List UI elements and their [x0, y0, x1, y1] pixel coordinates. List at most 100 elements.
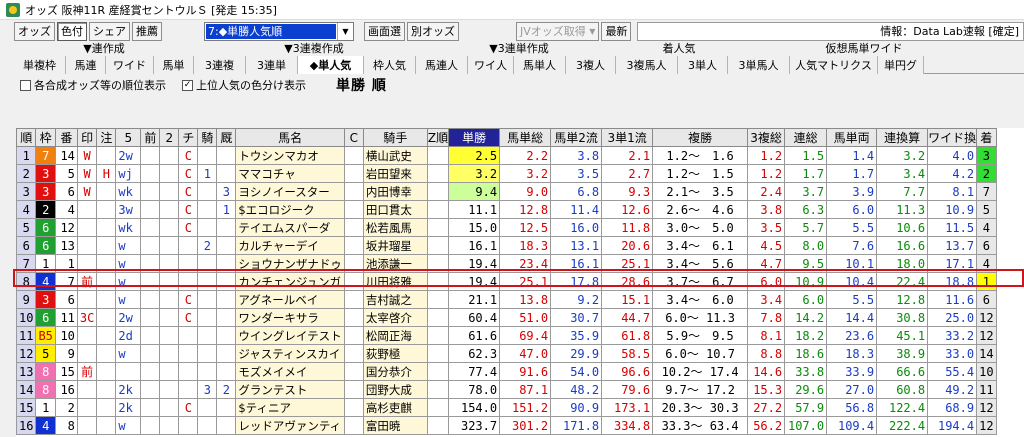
- latest-button[interactable]: 最新: [601, 21, 632, 41]
- table-cell: 2w: [115, 146, 142, 165]
- odds-button[interactable]: オッズ: [14, 21, 55, 41]
- column-header[interactable]: 騎: [197, 128, 218, 147]
- column-header[interactable]: 複勝: [652, 128, 749, 147]
- column-header[interactable]: 前: [140, 128, 161, 147]
- tab-3tan-ninki[interactable]: 3単人: [678, 56, 728, 74]
- table-cell: 4.5: [747, 236, 786, 255]
- table-cell: 6: [16, 236, 37, 255]
- table-row[interactable]: 14 8 16 2k 3 2 グランテスト 団野大成 78.0 87.1 48.2 79.6 9.7～ …: [16, 380, 997, 399]
- table-row[interactable]: 6 6 13 w 2 カルチャーデイ 坂井瑠星 16.1 18.3 13.1 20.6 3.4～ 6.…: [16, 236, 997, 255]
- tab-umatan[interactable]: 馬単: [154, 56, 194, 74]
- table-row[interactable]: 4 2 4 3w C 1 $エコロジーク 田口貫太 11.1 12.8 11.4 12.6 2.6～ 4…: [16, 200, 997, 219]
- table-cell: 富田暁: [362, 416, 428, 435]
- app-icon: [6, 2, 20, 17]
- column-header[interactable]: 番: [54, 128, 78, 147]
- tab-wide[interactable]: ワイド: [106, 56, 154, 74]
- tab-3rentan[interactable]: 3連単: [246, 56, 298, 74]
- table-row[interactable]: 15 1 2 2k C $ティニア 高杉吏麒 154.0 151.2 90.9 173.1 20.3～…: [16, 398, 997, 417]
- table-cell: 7.6: [826, 236, 878, 255]
- table-cell: 1.5: [784, 146, 828, 165]
- tab-tanfuku[interactable]: 単複枠: [14, 56, 66, 74]
- column-header[interactable]: 厩: [216, 128, 237, 147]
- column-header[interactable]: ワイド換: [927, 128, 978, 147]
- column-header[interactable]: チ: [178, 128, 199, 147]
- table-cell: 2.6～ 4.6: [652, 200, 749, 219]
- table-cell: 1: [35, 398, 56, 417]
- column-header[interactable]: 印: [76, 128, 98, 147]
- table-cell: [159, 290, 180, 309]
- tab-umaren[interactable]: 馬連: [66, 56, 106, 74]
- table-row[interactable]: 13 8 15 前 モズメイメイ 国分恭介 77.4 91.6 54.0 96.6 10.2～ 17…: [16, 362, 997, 381]
- tab-tan-ninki[interactable]: ◆単人気: [298, 56, 364, 74]
- recommend-button[interactable]: 推薦: [132, 21, 162, 41]
- column-header[interactable]: 3単1流: [601, 128, 654, 147]
- column-header[interactable]: 枠: [35, 128, 56, 147]
- column-header[interactable]: 注: [96, 128, 117, 147]
- table-row[interactable]: 12 5 9 w ジャスティンスカイ 荻野極 62.3 47.0 29.9 58.5 6.0～ 10…: [16, 344, 997, 363]
- table-cell: 2k: [115, 380, 142, 399]
- color-rank-checkbox[interactable]: ✓: [182, 79, 193, 91]
- tab-3puku-ninki[interactable]: 3複人: [566, 56, 616, 74]
- tab-3tan-uma-ninki[interactable]: 3単馬人: [728, 56, 790, 74]
- share-button[interactable]: シェア: [89, 21, 130, 41]
- table-cell: [96, 308, 117, 327]
- table-cell: テイエムスパーダ: [235, 218, 345, 237]
- table-cell: 13.7: [927, 236, 978, 255]
- table-row[interactable]: 5 6 12 wk C テイエムスパーダ 松若風馬 15.0 12.5 16.0 11.8 3.0～ …: [16, 218, 997, 237]
- tab-umatan-ninki[interactable]: 馬単人: [514, 56, 566, 74]
- column-header[interactable]: 馬単総: [499, 128, 552, 147]
- table-row[interactable]: 2 3 5 W Hwj C 1 ママコチャ 岩田望来 3.2 3.2 3.5 2.7 1.2～ 1.5 1.…: [16, 164, 997, 183]
- rank-display-option[interactable]: 各合成オッズ等の順位表示: [20, 77, 166, 93]
- table-cell: [426, 416, 450, 435]
- view-select[interactable]: 7:◆単勝人気順 ▼: [204, 21, 354, 41]
- table-cell: [426, 272, 450, 291]
- other-odds-button[interactable]: 別オッズ: [407, 21, 459, 41]
- table-cell: トウシンマカオ: [235, 146, 345, 165]
- group-3renpuku[interactable]: ▼3連複作成: [194, 42, 434, 56]
- table-cell: 61.6: [448, 326, 501, 345]
- column-header[interactable]: 馬名: [235, 128, 345, 147]
- screen-select-button[interactable]: 画面選: [364, 21, 405, 41]
- tab-3renpuku[interactable]: 3連複: [194, 56, 246, 74]
- table-row[interactable]: 9 3 6 w C アグネールベイ 吉村誠之 21.1 13.8 9.2 15.1 3.4～ 6.0 3…: [16, 290, 997, 309]
- tab-3puku-uma-ninki[interactable]: 3複馬人: [616, 56, 678, 74]
- column-header[interactable]: 3複総: [747, 128, 786, 147]
- column-header[interactable]: 馬単2流: [550, 128, 603, 147]
- table-cell: 12: [976, 398, 997, 417]
- tab-ninki-matrix[interactable]: 人気マトリクス: [790, 56, 878, 74]
- column-header[interactable]: 単勝: [448, 128, 501, 147]
- color-rank-option[interactable]: ✓ 上位人気の色分け表示: [182, 77, 306, 93]
- table-row[interactable]: 11 B5 10 2d ウイングレイテスト 松岡正海 61.6 69.4 35.9 61.8 5.9…: [16, 326, 997, 345]
- table-cell: 18.2: [784, 326, 828, 345]
- table-row[interactable]: 10 6 11 3C 2w C ワンダーキサラ 太宰啓介 60.4 51.0 30.7 44.7 6.0…: [16, 308, 997, 327]
- table-row[interactable]: 16 4 8 w レッドアヴァンティ 富田暁 323.7 301.2 171.8 334.8 33.…: [16, 416, 997, 435]
- table-row[interactable]: 7 1 1 w ショウナンザナドゥ 池添謙一 19.4 23.4 16.1 25.1 3.4～ 5.…: [16, 254, 997, 273]
- group-3rentan[interactable]: ▼3連単作成: [434, 42, 604, 56]
- column-header[interactable]: 順: [16, 128, 37, 147]
- table-cell: 3.0～ 5.0: [652, 218, 749, 237]
- column-header[interactable]: 連総: [784, 128, 828, 147]
- column-header[interactable]: 5: [115, 128, 142, 147]
- column-header[interactable]: Z順: [426, 128, 450, 147]
- tab-wide-ninki[interactable]: ワイ人: [468, 56, 514, 74]
- table-cell: グランテスト: [235, 380, 345, 399]
- column-header[interactable]: 連換算: [876, 128, 929, 147]
- table-cell: 12.6: [601, 200, 654, 219]
- table-row[interactable]: 1 7 14 W 2w C トウシンマカオ 横山武史 2.5 2.2 3.8 2.1 1.2～ 1.6 1…: [16, 146, 997, 165]
- column-header[interactable]: 馬単両: [826, 128, 878, 147]
- tab-umaren-ninki[interactable]: 馬連人: [416, 56, 468, 74]
- table-cell: [343, 308, 364, 327]
- column-header[interactable]: C: [343, 128, 364, 147]
- column-header[interactable]: 着: [976, 128, 997, 147]
- table-cell: [216, 326, 237, 345]
- column-header[interactable]: 騎手: [362, 128, 428, 147]
- table-row[interactable]: 3 3 6 Wwk C 3 ヨシノイースター 内田博幸 9.4 9.0 6.8 9.3 2.1～ 3.5…: [16, 182, 997, 201]
- column-header[interactable]: 2: [159, 128, 180, 147]
- group-ren[interactable]: ▼連作成: [14, 42, 194, 56]
- tab-tanen-graph[interactable]: 単円グ: [878, 56, 924, 74]
- rank-display-checkbox[interactable]: [20, 79, 31, 91]
- chevron-down-icon[interactable]: ▼: [337, 22, 353, 40]
- table-row[interactable]: 8 4 7 前 w カンチェンジュンガ 川田将雅 19.4 25.1 17.8 28.6 3.7～ 6…: [16, 272, 997, 291]
- color-button[interactable]: 色付: [57, 21, 87, 41]
- tab-waku-ninki[interactable]: 枠人気: [364, 56, 416, 74]
